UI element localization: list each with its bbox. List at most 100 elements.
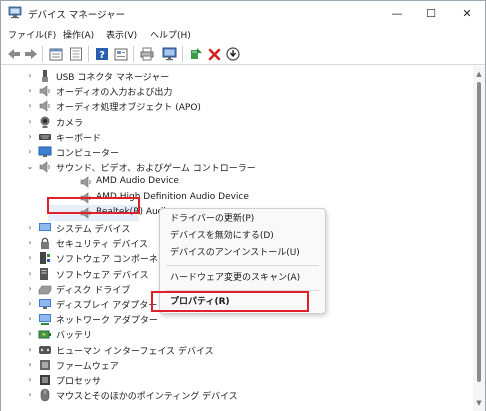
menu-help[interactable]: ヘルプ(H)	[150, 28, 191, 41]
menu-update-driver[interactable]: ドライバーの更新(P)	[170, 211, 254, 227]
view-icon[interactable]	[113, 46, 129, 62]
chevron-right-icon[interactable]: ›	[25, 147, 35, 157]
tree-row-label: コンピューター	[56, 149, 120, 159]
keyboard-icon	[38, 130, 52, 144]
chevron-right-icon[interactable]: ›	[25, 345, 35, 355]
chevron-right-icon[interactable]: ›	[25, 117, 35, 127]
menu-separator	[166, 265, 319, 266]
tree-category-row[interactable]: › マウスとそのほかのポインティング デバイス	[1, 387, 471, 403]
tree-row-label: ヒューマン インターフェイス デバイス	[56, 346, 214, 357]
tree-category-row[interactable]: › オーディオ処理オブジェクト (APO)	[1, 98, 471, 114]
tree-row-label: オーディオ処理オブジェクト (APO)	[56, 103, 201, 114]
tree-category-row[interactable]: › キーボード	[1, 129, 471, 145]
chevron-right-icon[interactable]: ›	[25, 86, 35, 96]
update-icon[interactable]	[225, 46, 241, 62]
svg-text:?: ?	[99, 50, 105, 61]
tree-category-row[interactable]: ⌄ サウンド、ビデオ、およびゲーム コントローラー	[1, 159, 471, 175]
toolbar-separator	[182, 46, 183, 62]
tree-row-label: ソフトウェア デバイス	[56, 270, 149, 281]
chevron-right-icon[interactable]: ›	[25, 299, 35, 309]
scroll-up-icon[interactable]: ▲	[475, 70, 483, 78]
vertical-scrollbar[interactable]: ▲ ▼	[473, 66, 485, 411]
chevron-right-icon[interactable]: ›	[25, 329, 35, 339]
tree-category-row[interactable]: › バッテリ	[1, 326, 471, 342]
speaker-icon	[79, 175, 93, 189]
software-component-icon	[38, 251, 52, 265]
close-button[interactable]: ✕	[449, 1, 485, 25]
chevron-down-icon[interactable]: ⌄	[25, 162, 35, 172]
tree-row-label: サウンド、ビデオ、およびゲーム コントローラー	[56, 164, 256, 175]
title-bar: デバイス マネージャー — ☐ ✕	[1, 1, 485, 25]
chevron-right-icon[interactable]: ›	[25, 284, 35, 294]
device-manager-window: デバイス マネージャー — ☐ ✕ ファイル(F) 操作(A) 表示(V) ヘル…	[0, 0, 486, 411]
usb-connector-icon	[38, 69, 52, 83]
chevron-right-icon[interactable]: ›	[25, 360, 35, 370]
menu-disable-device[interactable]: デバイスを無効にする(D)	[170, 228, 274, 244]
chevron-right-icon[interactable]: ›	[25, 238, 35, 248]
hid-icon	[38, 343, 52, 357]
tree-row-label: マウスとそのほかのポインティング デバイス	[56, 392, 238, 403]
properties-icon[interactable]	[68, 46, 84, 62]
highlight-properties	[151, 291, 309, 312]
processor-icon	[38, 373, 52, 387]
minimize-button[interactable]: —	[379, 1, 415, 25]
speaker-icon	[38, 160, 52, 174]
battery-icon	[38, 327, 52, 341]
menu-bar: ファイル(F) 操作(A) 表示(V) ヘルプ(H)	[1, 25, 485, 43]
mouse-icon	[38, 388, 52, 402]
monitor-icon[interactable]	[161, 46, 177, 62]
speaker-icon	[38, 99, 52, 113]
tree-row-label: ディスク ドライブ	[56, 285, 131, 296]
tree-category-row[interactable]: › ヒューマン インターフェイス デバイス	[1, 342, 471, 358]
speaker-icon	[38, 84, 52, 98]
device-manager-app-icon	[8, 6, 22, 19]
toolbar: ?	[1, 43, 485, 65]
back-arrow-icon[interactable]	[6, 46, 22, 62]
tree-row-label: プロセッサ	[56, 377, 102, 387]
chevron-right-icon[interactable]: ›	[25, 253, 35, 263]
menu-action[interactable]: 操作(A)	[63, 28, 94, 41]
add-driver-icon[interactable]	[188, 46, 204, 62]
display-adapter-icon	[38, 297, 52, 311]
tree-category-row[interactable]: › オーディオの入力および出力	[1, 83, 471, 99]
disk-drive-icon	[38, 282, 52, 296]
menu-uninstall-device[interactable]: デバイスのアンインストール(U)	[170, 245, 300, 261]
chevron-right-icon[interactable]: ›	[25, 390, 35, 400]
tree-device-row[interactable]: AMD Audio Device	[1, 174, 471, 190]
chevron-right-icon[interactable]: ›	[25, 223, 35, 233]
tree-row-label: セキュリティ デバイス	[56, 240, 149, 251]
tree-row-label: ファームウェア	[56, 361, 119, 372]
show-hide-tree-icon[interactable]	[48, 46, 64, 62]
tree-row-label: ネットワーク アダプター	[56, 316, 158, 327]
menu-view[interactable]: 表示(V)	[106, 28, 137, 41]
tree-row-label: キーボード	[56, 133, 102, 144]
chevron-right-icon[interactable]: ›	[25, 269, 35, 279]
print-icon[interactable]	[139, 46, 155, 62]
tree-row-label: AMD Audio Device	[96, 176, 179, 187]
software-device-icon	[38, 267, 52, 281]
tree-category-row[interactable]: › プロセッサ	[1, 372, 471, 388]
tree-row-label: ソフトウェア コンポーネン	[56, 255, 167, 266]
scroll-down-icon[interactable]: ▼	[475, 399, 483, 407]
chevron-right-icon[interactable]: ›	[25, 132, 35, 142]
chevron-right-icon[interactable]: ›	[25, 314, 35, 324]
chevron-right-icon[interactable]: ›	[25, 71, 35, 81]
chevron-right-icon[interactable]: ›	[25, 375, 35, 385]
tree-row-label: システム デバイス	[56, 225, 131, 235]
tree-category-row[interactable]: › ファームウェア	[1, 357, 471, 373]
maximize-button[interactable]: ☐	[413, 1, 449, 25]
scrollbar-thumb[interactable]	[477, 82, 481, 382]
menu-scan-hardware[interactable]: ハードウェア変更のスキャン(A)	[170, 270, 300, 286]
forward-arrow-icon[interactable]	[23, 46, 39, 62]
tree-category-row[interactable]: › カメラ	[1, 114, 471, 130]
tree-row-label: オーディオの入力および出力	[56, 88, 173, 99]
menu-file[interactable]: ファイル(F)	[8, 28, 56, 41]
tree-category-row[interactable]: › コンピューター	[1, 144, 471, 160]
tree-row-label: バッテリ	[56, 331, 93, 342]
uninstall-icon[interactable]	[206, 46, 222, 62]
help-icon[interactable]: ?	[94, 46, 110, 62]
chevron-right-icon[interactable]: ›	[25, 101, 35, 111]
security-device-icon	[38, 236, 52, 250]
computer-icon	[38, 145, 52, 159]
tree-category-row[interactable]: › USB コネクタ マネージャー	[1, 68, 471, 84]
